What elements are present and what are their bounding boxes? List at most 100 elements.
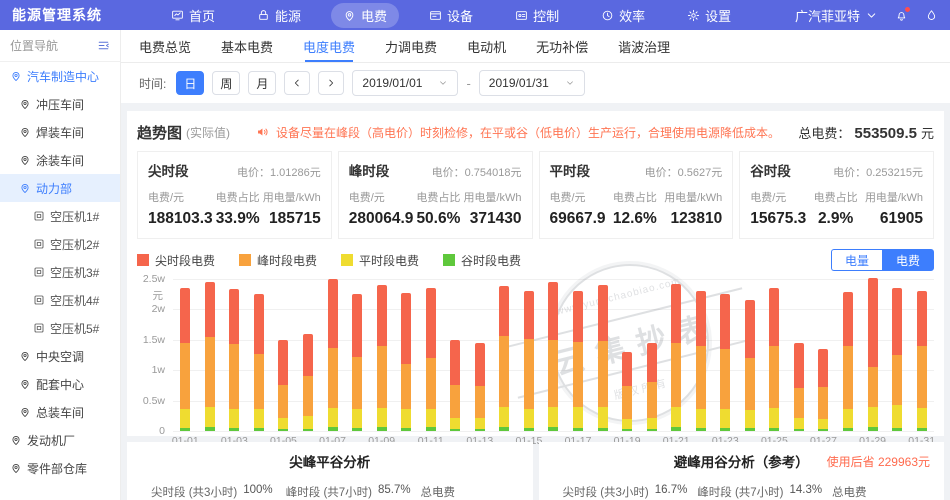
trend-title: 趋势图 (137, 122, 182, 143)
bar-segment-尖时段电费 (426, 288, 436, 359)
bar-01-12 (443, 279, 468, 431)
nav-item-能源[interactable]: 能源 (245, 3, 313, 28)
bar-segment-峰时段电费 (647, 382, 657, 417)
nav-item-控制[interactable]: 控制 (503, 3, 571, 28)
quantity-fee-toggle: 电量电费 (831, 249, 934, 271)
start-date-select[interactable]: 2019/01/01 (352, 70, 458, 96)
bar-stack (377, 285, 387, 431)
end-date-select[interactable]: 2019/01/31 (479, 70, 585, 96)
bar-01-06 (296, 279, 321, 431)
bar-segment-峰时段电费 (328, 348, 338, 408)
card-metric-label: 电费占比 (216, 189, 260, 205)
tab-基本电费[interactable]: 基本电费 (221, 30, 273, 62)
sidebar-item-焊装车间[interactable]: 焊装车间 (0, 118, 120, 146)
bar-stack (352, 294, 362, 431)
tab-谐波治理[interactable]: 谐波治理 (618, 30, 670, 62)
nav-item-效率[interactable]: 效率 (589, 3, 657, 28)
nav-item-设置[interactable]: 设置 (675, 3, 743, 28)
toggle-电量[interactable]: 电量 (831, 249, 882, 271)
bar-segment-平时段电费 (475, 418, 485, 430)
card-header: 谷时段电价：0.253215元 (750, 160, 923, 180)
bar-segment-平时段电费 (401, 409, 411, 428)
sidebar-item-空压机3#[interactable]: 空压机3# (0, 258, 120, 286)
bar-segment-谷时段电费 (720, 428, 730, 431)
bar-stack (671, 284, 681, 431)
top-navbar: 能源管理系统 首页能源电费设备控制效率设置 广汽菲亚特 (0, 0, 950, 30)
bar-01-19: 01-19 (615, 279, 640, 431)
bar-01-04 (247, 279, 272, 431)
bar-segment-峰时段电费 (843, 346, 853, 409)
sidebar-item-涂装车间[interactable]: 涂装车间 (0, 146, 120, 174)
bar-segment-尖时段电费 (377, 285, 387, 346)
legend-item-平时段电费[interactable]: 平时段电费 (341, 252, 419, 269)
sidebar-item-空压机2#[interactable]: 空压机2# (0, 230, 120, 258)
bar-01-09: 01-09 (369, 279, 394, 431)
time-mode-月[interactable]: 月 (248, 71, 276, 95)
chart-plot-area: www.yunjichaobiao.com 云集抄表 版权所有 01-0101-… (173, 279, 934, 431)
location-sidebar: 位置导航 汽车制造中心冲压车间焊装车间涂装车间动力部空压机1#空压机2#空压机3… (0, 30, 120, 500)
legend-item-尖时段电费[interactable]: 尖时段电费 (137, 252, 215, 269)
sidebar-item-总装车间[interactable]: 总装车间 (0, 398, 120, 426)
bar-01-31: 01-31 (909, 279, 934, 431)
nav-item-首页[interactable]: 首页 (159, 3, 227, 28)
legend-item-峰时段电费[interactable]: 峰时段电费 (239, 252, 317, 269)
sidebar-item-配套中心[interactable]: 配套中心 (0, 370, 120, 398)
nav-item-电费[interactable]: 电费 (331, 3, 399, 28)
bar-segment-尖时段电费 (180, 288, 190, 343)
sidebar-item-空压机1#[interactable]: 空压机1# (0, 202, 120, 230)
sidebar-item-动力部[interactable]: 动力部 (0, 174, 120, 202)
nav-item-设备[interactable]: 设备 (417, 3, 485, 28)
next-period-button[interactable] (318, 71, 344, 95)
user-menu[interactable]: 广汽菲亚特 (795, 6, 878, 25)
bar-segment-平时段电费 (917, 408, 927, 428)
tab-力调电费[interactable]: 力调电费 (385, 30, 437, 62)
time-mode-周[interactable]: 周 (212, 71, 240, 95)
water-drop-icon[interactable] (925, 9, 938, 22)
y-tick: 1.5w (143, 334, 165, 346)
stacked-bar-chart: 00.5w1w1.5w2w2.5w元 www.yunjichaobiao.com… (137, 279, 934, 451)
prev-period-button[interactable] (284, 71, 310, 95)
sidebar-item-空压机5#[interactable]: 空压机5# (0, 314, 120, 342)
analysis-metric-header: 尖时段 (共3小时)16.7% (563, 484, 676, 500)
analysis-metric-label: 尖时段 (共3小时) (563, 484, 649, 500)
sidebar-item-零件部仓库[interactable]: 零件部仓库 (0, 454, 120, 482)
bar-segment-峰时段电费 (745, 358, 755, 410)
tab-无功补偿[interactable]: 无功补偿 (536, 30, 588, 62)
tab-电度电费[interactable]: 电度电费 (303, 30, 355, 62)
analysis-panel-避峰用谷分析（参考）: 避峰用谷分析（参考）使用后省 229963元尖时段 (共3小时)16.7%峰时段… (539, 442, 945, 500)
bar-segment-尖时段电费 (303, 334, 313, 377)
time-mode-日[interactable]: 日 (176, 71, 204, 95)
sidebar-item-label: 零件部仓库 (27, 460, 87, 477)
time-mode-group: 日周月 (176, 71, 276, 95)
card-metric-label: 电费占比 (416, 189, 460, 205)
time-filter-bar: 时间: 日周月 2019/01/01 - 2019/01/31 (121, 63, 950, 103)
bar-segment-尖时段电费 (745, 300, 755, 358)
bar-01-18 (590, 279, 615, 431)
legend-item-谷时段电费[interactable]: 谷时段电费 (443, 252, 521, 269)
bar-segment-尖时段电费 (278, 340, 288, 386)
sidebar-item-空压机4#[interactable]: 空压机4# (0, 286, 120, 314)
sidebar-item-冲压车间[interactable]: 冲压车间 (0, 90, 120, 118)
y-tick: 1w (152, 364, 165, 376)
legend-label: 尖时段电费 (155, 252, 215, 269)
sidebar-item-中央空调[interactable]: 中央空调 (0, 342, 120, 370)
caret-right-icon (326, 78, 336, 88)
tab-电动机[interactable]: 电动机 (467, 30, 506, 62)
sidebar-item-发动机厂[interactable]: 发动机厂 (0, 426, 120, 454)
bar-segment-谷时段电费 (745, 428, 755, 431)
card-period-name: 平时段 (550, 160, 591, 180)
analysis-metric-峰时段 (共7小时): 峰时段 (共7小时)14.3% (697, 484, 810, 500)
bar-01-23: 01-23 (713, 279, 738, 431)
collapse-icon[interactable] (97, 39, 110, 52)
card-metric-value: 69667.9 (550, 210, 606, 228)
bar-stack (598, 285, 608, 431)
sidebar-item-汽车制造中心[interactable]: 汽车制造中心 (0, 62, 120, 90)
bar-segment-峰时段电费 (450, 385, 460, 417)
speaker-icon (256, 125, 270, 139)
toggle-电费[interactable]: 电费 (882, 249, 934, 271)
notifications-bell-icon[interactable] (895, 9, 908, 22)
bar-segment-平时段电费 (794, 418, 804, 430)
card-metric-label: 用电量/kWh (263, 189, 321, 205)
sidebar-item-label: 空压机1# (50, 208, 99, 225)
tab-电费总览[interactable]: 电费总览 (139, 30, 191, 62)
